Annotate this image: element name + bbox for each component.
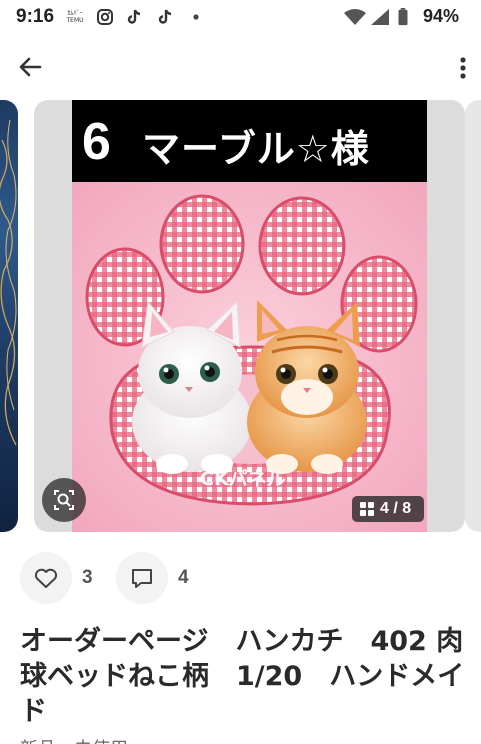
image-counter-text: 4 / 8: [380, 500, 412, 517]
arrow-left-icon: [19, 57, 42, 77]
wifi-icon: [344, 9, 366, 25]
image-search-button[interactable]: [42, 478, 86, 522]
tiktok-icon: [158, 9, 172, 24]
product-title: オーダーページ ハンカチ 402 肉球ベッドねこ柄 1/20 ハンドメイド: [20, 626, 465, 727]
like-count: 3: [82, 567, 93, 588]
temu-icon: ｶﾑﾊﾞｰ TEMU: [66, 10, 84, 24]
heart-icon: [34, 568, 58, 588]
more-options-button[interactable]: [451, 52, 475, 82]
more-vertical-icon: [460, 57, 466, 79]
photo-header-band: 6 マーブル☆様: [72, 100, 427, 182]
status-time: 9:16: [16, 6, 55, 27]
grid-icon: [360, 502, 374, 516]
photo-header-number: 6: [82, 113, 111, 171]
comment-icon: [132, 569, 152, 588]
image-carousel[interactable]: 6 マーブル☆様 CKパネル 4 / 8: [0, 100, 481, 534]
pattern-decoration: [0, 119, 17, 446]
comment-button[interactable]: [116, 552, 168, 604]
back-button[interactable]: [16, 52, 46, 82]
comment-count: 4: [178, 567, 189, 588]
tiktok-icon: [127, 9, 141, 24]
like-button[interactable]: [20, 552, 72, 604]
watermark-text: CKパネル: [200, 468, 286, 490]
previous-image-peek[interactable]: [0, 100, 18, 532]
battery-icon: [398, 8, 408, 26]
instagram-icon: [97, 9, 113, 25]
product-photo: 6 マーブル☆様 CKパネル: [72, 100, 427, 532]
status-bar: 9:16 ｶﾑﾊﾞｰ TEMU 94%: [0, 0, 481, 34]
photo-header-text: マーブル☆様: [142, 127, 370, 171]
signal-icon: [371, 9, 389, 25]
image-counter-badge: 4 / 8: [352, 496, 424, 522]
battery-percent: 94%: [422, 6, 459, 26]
product-image-slide[interactable]: 6 マーブル☆様 CKパネル: [34, 100, 465, 532]
next-image-peek[interactable]: [465, 100, 481, 532]
lens-search-icon: [54, 490, 74, 510]
product-condition: 新品、未使用: [20, 735, 128, 744]
dot-icon: [193, 14, 199, 20]
